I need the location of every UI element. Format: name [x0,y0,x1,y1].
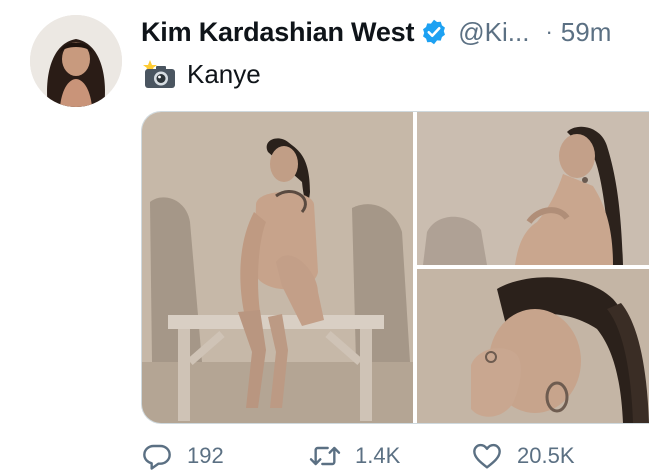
author-name[interactable]: Kim Kardashian West [141,17,414,48]
tweet-media-grid[interactable] [141,111,649,424]
like-count: 20.5K [517,443,575,468]
avatar-image [30,15,122,107]
author-handle[interactable]: @Ki... [458,17,529,48]
retweet-button[interactable]: 1.4K [309,438,400,474]
like-button[interactable]: 20.5K [471,438,575,474]
media-photo-1[interactable] [142,112,413,423]
separator-dot: · [545,19,553,44]
tweet-text: Kanye [187,58,261,89]
reply-count: 192 [187,443,224,468]
camera-with-flash-icon [143,60,175,88]
heart-icon [473,443,501,469]
tweet-timestamp[interactable]: 59m [561,17,612,48]
retweet-icon [309,446,341,466]
media-photo-3[interactable] [417,269,649,423]
tweet-text-row: Kanye [141,56,261,92]
verified-badge-icon [423,19,446,45]
reply-button[interactable]: 192 [141,438,224,474]
tweet-actions: 192 1.4K 20.5K [141,438,649,474]
photo-profile-braid [417,112,649,265]
photo-seated-on-bench [142,112,413,423]
tweet-header: Kim Kardashian West @Ki... · 59m [141,12,649,52]
photo-closeup-hand [417,269,649,423]
author-avatar[interactable] [30,15,122,107]
reply-bubble-icon [143,444,171,470]
media-photo-2[interactable] [417,112,649,265]
retweet-count: 1.4K [355,443,401,468]
